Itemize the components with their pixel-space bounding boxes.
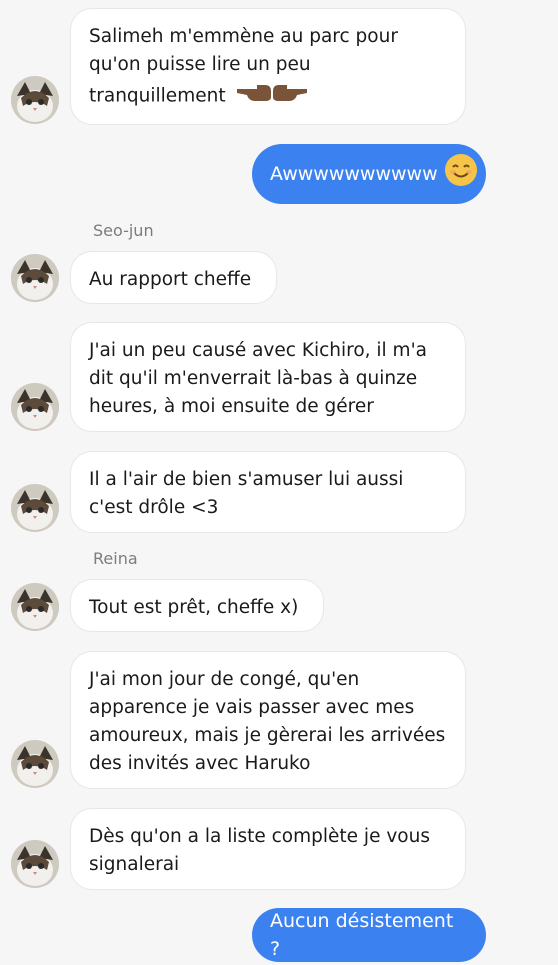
cat-avatar-icon [11,484,59,532]
message-text: Au rapport cheffe [89,269,252,290]
pointing-hands-icon [235,79,309,114]
avatar[interactable] [11,740,59,788]
cat-avatar-icon [11,383,59,431]
message-text: Tout est prêt, cheffe x) [89,597,299,618]
sender-name: Reina [93,549,138,568]
avatar[interactable] [11,76,59,124]
cat-avatar-icon [11,840,59,888]
avatar[interactable] [11,840,59,888]
message-bubble-outgoing[interactable]: Aucun désistement ? [252,908,486,962]
message-bubble[interactable]: Salimeh m'emmène au parc pour qu'on puis… [70,8,466,125]
message-bubble-outgoing[interactable]: Awwwwwwwwww [252,144,486,204]
message-text: Awwwwwwwwww [270,163,438,185]
message-bubble[interactable]: J'ai mon jour de congé, qu'en apparence … [70,651,466,789]
cat-avatar-icon [11,583,59,631]
message-text: Dès qu'on a la liste complète je vous si… [89,826,430,875]
message-text: Il a l'air de bien s'amuser lui aussi c'… [89,469,404,518]
cat-avatar-icon [11,740,59,788]
message-bubble[interactable]: Il a l'air de bien s'amuser lui aussi c'… [70,451,466,533]
avatar[interactable] [11,383,59,431]
smiling-face-icon [444,153,478,195]
cat-avatar-icon [11,76,59,124]
message-bubble[interactable]: J'ai un peu causé avec Kichiro, il m'a d… [70,322,466,432]
avatar[interactable] [11,583,59,631]
message-text: J'ai mon jour de congé, qu'en apparence … [89,669,446,774]
sender-name: Seo-jun [93,221,154,240]
message-bubble[interactable]: Au rapport cheffe [70,251,277,304]
message-bubble[interactable]: Dès qu'on a la liste complète je vous si… [70,808,466,890]
message-text: Aucun désistement ? [270,910,454,960]
avatar[interactable] [11,484,59,532]
message-bubble[interactable]: Tout est prêt, cheffe x) [70,579,324,632]
avatar[interactable] [11,254,59,302]
cat-avatar-icon [11,254,59,302]
message-text: J'ai un peu causé avec Kichiro, il m'a d… [89,340,428,417]
